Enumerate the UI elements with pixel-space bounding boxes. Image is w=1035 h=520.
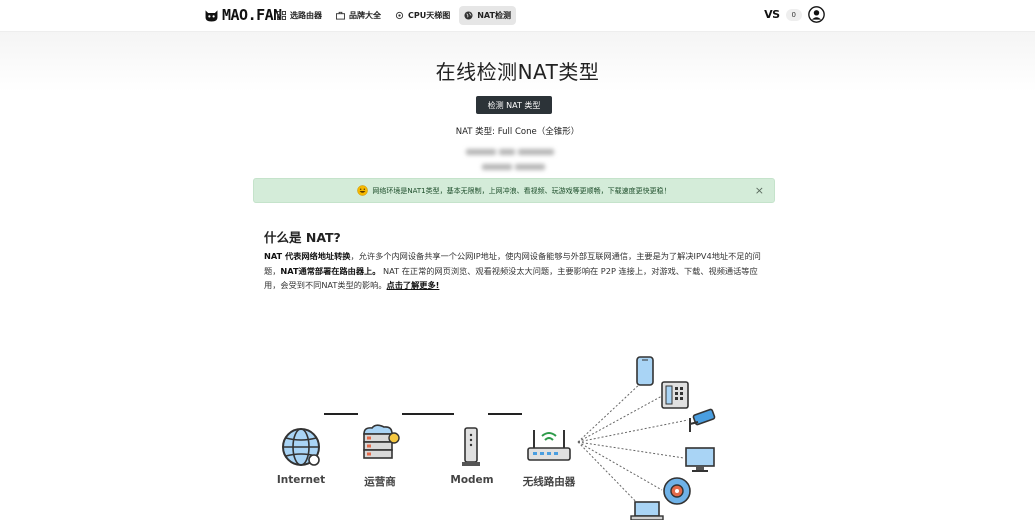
main-content: 在线检测NAT类型 检测 NAT 类型 NAT 类型: Full Cone（全锥…	[0, 32, 1035, 520]
diagram-label-router: 无线路由器	[522, 476, 576, 488]
compare-link[interactable]: VS	[764, 8, 780, 21]
nat-network-diagram: Internet 运营商 Modem 无线路由器	[270, 322, 730, 520]
desktop-monitor-icon	[685, 447, 715, 472]
wireless-router-icon	[527, 430, 571, 461]
nav-right: VS 0	[764, 6, 825, 23]
blurred-ip-detail	[482, 155, 548, 170]
network-diagram-svg	[324, 381, 689, 511]
nav-item-routers[interactable]: 选路由器	[272, 6, 327, 25]
cat-logo-icon	[205, 9, 218, 21]
detect-nat-button[interactable]: 检测 NAT 类型	[476, 96, 552, 114]
page-title: 在线检测NAT类型	[435, 60, 600, 84]
nav-item-label: NAT检测	[477, 11, 511, 20]
nat-type-result: NAT 类型: Full Cone（全锥形）	[455, 127, 580, 137]
nav-item-cpu[interactable]: CPU天梯图	[390, 6, 455, 25]
nav-item-label: 品牌大全	[349, 11, 381, 20]
modem-icon	[462, 427, 480, 466]
diagram-label-modem: Modem	[450, 474, 494, 486]
site-logo[interactable]: MAO.FAN	[203, 6, 282, 24]
main-nav: 选路由器 品牌大全 CPU天梯图 NAT检测	[272, 6, 516, 25]
desk-phone-icon	[661, 381, 689, 409]
user-icon	[808, 6, 825, 23]
globe-icon	[464, 11, 473, 20]
compare-count-badge: 0	[785, 8, 802, 21]
alert-text: 网络环境是NAT1类型，基本无限制，上网冲浪、看视频、玩游戏等更顺畅，下载速度更…	[372, 186, 671, 195]
security-camera-icon	[689, 408, 716, 432]
desc-bold-router: NAT通常部署在路由器上。	[280, 265, 381, 276]
laptop-icon	[630, 501, 664, 520]
result-alert: 网络环境是NAT1类型，基本无限制，上网冲浪、看视频、玩游戏等更顺畅，下载速度更…	[253, 178, 775, 203]
top-navbar: MAO.FAN 选路由器 品牌大全 CPU天梯图 NAT检测 VS 0	[0, 0, 1035, 32]
robot-vacuum-icon	[663, 477, 691, 505]
user-avatar[interactable]	[808, 6, 825, 23]
blurred-ip-address	[466, 140, 564, 155]
nav-item-nat[interactable]: NAT检测	[459, 6, 516, 25]
grinning-face-icon	[357, 185, 369, 196]
nav-item-label: 选路由器	[290, 11, 322, 20]
section-title: 什么是 NAT?	[264, 230, 341, 245]
nat-description: NAT 代表网络地址转换，允许多个内网设备共享一个公网IP地址，使内网设备能够与…	[264, 249, 770, 293]
cpu-icon	[395, 11, 404, 20]
isp-server-icon	[363, 424, 400, 459]
desc-bold-intro: NAT 代表网络地址转换	[264, 251, 351, 261]
diagram-label-internet: Internet	[276, 474, 326, 486]
diagram-label-isp: 运营商	[364, 476, 396, 488]
briefcase-icon	[336, 11, 345, 20]
grid-icon	[277, 11, 286, 20]
learn-more-link[interactable]: 点击了解更多!	[387, 280, 440, 290]
internet-globe-icon	[282, 428, 320, 466]
nav-item-label: CPU天梯图	[408, 11, 451, 20]
smartphone-icon	[636, 356, 654, 386]
nav-item-brands[interactable]: 品牌大全	[331, 6, 386, 25]
close-icon[interactable]: ×	[755, 184, 764, 197]
